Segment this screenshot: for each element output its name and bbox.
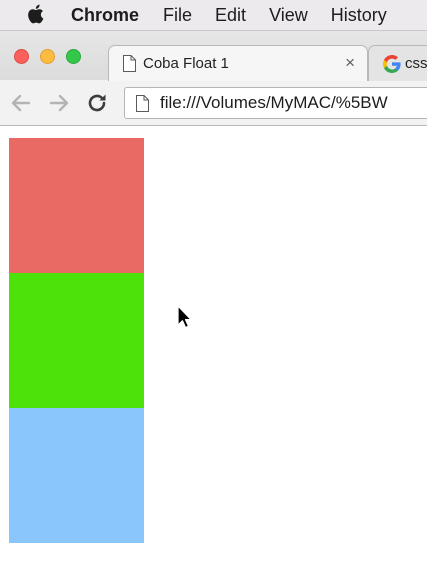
mac-menubar: Chrome File Edit View History — [0, 0, 427, 30]
window-maximize-button[interactable] — [66, 49, 81, 64]
arrow-left-icon[interactable] — [9, 91, 33, 115]
menu-view[interactable]: View — [269, 0, 308, 30]
arrow-right-icon[interactable] — [47, 91, 71, 115]
blue-box — [9, 408, 144, 543]
tab-css[interactable]: css — [368, 45, 427, 81]
tab-strip: Coba Float 1 × css — [0, 30, 427, 81]
window-close-button[interactable] — [14, 49, 29, 64]
url-text: file:///Volumes/MyMAC/%5BW — [160, 93, 388, 112]
mouse-pointer-icon — [177, 305, 192, 329]
address-bar[interactable]: file:///Volumes/MyMAC/%5BW — [124, 87, 427, 119]
google-icon — [383, 54, 401, 73]
tab-close-icon[interactable]: × — [345, 53, 355, 73]
reload-icon[interactable] — [85, 91, 109, 115]
apple-icon[interactable] — [25, 3, 45, 25]
tab-title: Coba Float 1 — [143, 55, 229, 72]
tab-coba-float[interactable]: Coba Float 1 × — [108, 45, 368, 81]
document-icon — [123, 55, 136, 72]
menu-edit[interactable]: Edit — [215, 0, 246, 30]
menu-history[interactable]: History — [331, 0, 387, 30]
window-minimize-button[interactable] — [40, 49, 55, 64]
menu-chrome[interactable]: Chrome — [71, 0, 139, 30]
menu-file[interactable]: File — [163, 0, 192, 30]
red-box — [9, 138, 144, 273]
green-box — [9, 273, 144, 408]
tab-title: css — [405, 55, 427, 72]
page-viewport — [0, 126, 427, 584]
browser-toolbar: file:///Volumes/MyMAC/%5BW — [0, 80, 427, 126]
page-icon — [136, 94, 149, 112]
